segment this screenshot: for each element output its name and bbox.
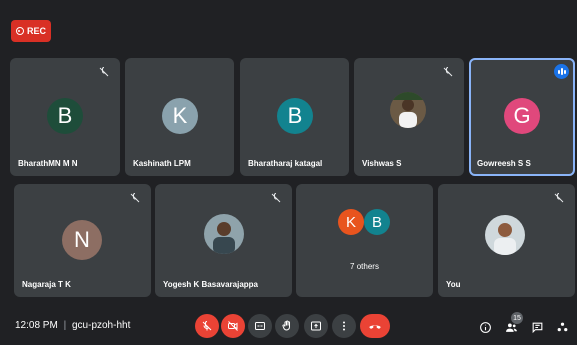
info-icon (479, 321, 491, 333)
recording-indicator[interactable]: REC (11, 20, 51, 42)
bottom-control-bar: 12:08 PM | gcu-pzoh-hht (0, 308, 577, 345)
camera-off-icon (228, 321, 238, 331)
separator: | (63, 320, 67, 331)
participant-tile-you[interactable]: You (438, 184, 575, 297)
avatar-photo (390, 92, 426, 128)
participant-name: Gowreesh S S (477, 159, 531, 168)
meeting-code: gcu-pzoh-hht (71, 320, 131, 331)
avatar-photo (204, 214, 244, 254)
camera-toggle-button[interactable] (221, 314, 245, 338)
avatar: B (364, 209, 390, 235)
meeting-details-button[interactable] (478, 320, 492, 334)
participant-tile-yogesh[interactable]: Yogesh K Basavarajappa (155, 184, 292, 297)
raise-hand-button[interactable] (275, 314, 299, 338)
avatar: K (162, 98, 198, 134)
avatar: B (277, 98, 313, 134)
mic-off-icon (202, 321, 212, 331)
chat-icon (532, 322, 542, 333)
present-screen-button[interactable] (304, 314, 328, 338)
participant-tile-kashinath[interactable]: K Kashinath LPM (125, 58, 234, 176)
participant-name: BharathMN M N (18, 159, 78, 168)
mic-off-icon (130, 193, 140, 203)
participant-tile-gowreesh[interactable]: G Gowreesh S S (469, 58, 575, 176)
chat-button[interactable] (530, 320, 544, 334)
captions-button[interactable] (248, 314, 272, 338)
avatar-photo (485, 215, 525, 255)
participant-name: Yogesh K Basavarajappa (163, 280, 259, 289)
participant-name: You (446, 280, 461, 289)
participant-name: Kashinath LPM (133, 159, 191, 168)
avatar: N (62, 220, 102, 260)
participant-tile-others[interactable]: K B 7 others (296, 184, 433, 297)
participant-name: Nagaraja T K (22, 280, 71, 289)
others-count-label: 7 others (350, 262, 379, 271)
leave-call-button[interactable] (360, 314, 390, 338)
participant-tile-bharatharaj[interactable]: B Bharatharaj katagal (240, 58, 349, 176)
activities-button[interactable] (555, 320, 569, 334)
avatar: K (338, 209, 364, 235)
participant-name: Bharatharaj katagal (248, 159, 323, 168)
mic-off-icon (554, 193, 564, 203)
mic-off-icon (99, 67, 109, 77)
activities-icon (557, 322, 567, 331)
participant-tile-vishwas[interactable]: Vishwas S (354, 58, 464, 176)
meeting-info: 12:08 PM | gcu-pzoh-hht (15, 320, 130, 331)
mic-off-icon (271, 193, 281, 203)
captions-icon (255, 322, 265, 330)
hang-up-icon (369, 325, 381, 329)
meeting-time: 12:08 PM (15, 320, 58, 331)
mic-off-icon (443, 67, 453, 77)
hand-icon (282, 320, 290, 331)
participant-name: Vishwas S (362, 159, 402, 168)
participant-tile-bharathmn[interactable]: B BharathMN M N (10, 58, 120, 176)
top-bar: REC (0, 0, 577, 50)
more-vert-icon (343, 321, 345, 331)
record-icon (15, 27, 24, 35)
mic-toggle-button[interactable] (195, 314, 219, 338)
avatar: B (47, 98, 83, 134)
avatar: G (504, 98, 540, 134)
recording-label: REC (26, 26, 46, 36)
speaking-indicator-icon (554, 64, 569, 79)
participant-tile-nagaraja[interactable]: N Nagaraja T K (14, 184, 151, 297)
people-count-badge: 15 (511, 312, 523, 324)
present-icon (311, 321, 321, 331)
more-options-button[interactable] (332, 314, 356, 338)
